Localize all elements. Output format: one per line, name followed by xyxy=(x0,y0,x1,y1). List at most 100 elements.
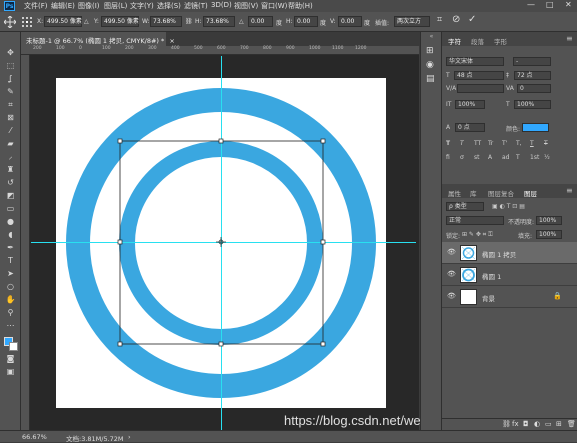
menu-window[interactable]: 窗口(W) xyxy=(261,1,287,11)
leading-input[interactable]: 72 点 xyxy=(514,71,551,80)
quick-select-tool-icon[interactable]: ✎ xyxy=(5,87,16,96)
faux-bold-button[interactable]: T xyxy=(446,140,450,147)
minimize-button[interactable]: — xyxy=(527,0,535,9)
screen-mode-icon[interactable]: ▣ xyxy=(5,367,16,376)
menu-help[interactable]: 帮助(H) xyxy=(288,1,313,11)
layer-row[interactable]: 👁 椭圆 1 xyxy=(442,264,577,286)
visibility-eye-icon[interactable]: 👁 xyxy=(447,248,456,256)
healing-brush-tool-icon[interactable]: ▰ xyxy=(5,139,16,148)
transform-bounding-box[interactable] xyxy=(110,133,332,355)
ellipse-tool-icon[interactable]: ○ xyxy=(5,282,16,291)
menu-image[interactable]: 图像(I) xyxy=(78,1,100,11)
pen-tool-icon[interactable]: ✒ xyxy=(5,243,16,252)
strikethrough-button[interactable]: T xyxy=(544,140,548,147)
kerning-input[interactable] xyxy=(457,84,504,93)
status-menu-arrow[interactable]: › xyxy=(128,433,131,441)
layer-row[interactable]: 👁 背景 🔒 xyxy=(442,286,577,308)
commit-transform-icon[interactable]: ✓ xyxy=(468,14,476,25)
zoom-level[interactable]: 66.67% xyxy=(22,433,47,441)
horizontal-scale-input[interactable]: 100% xyxy=(514,100,551,109)
link-icon[interactable]: ⛓ xyxy=(502,420,511,428)
small-caps-button[interactable]: Tr xyxy=(488,140,493,147)
fill-input[interactable]: 100% xyxy=(536,230,562,239)
menu-type[interactable]: 文字(Y) xyxy=(130,1,154,11)
font-size-input[interactable]: 48 点 xyxy=(454,71,504,80)
group-icon[interactable]: ▭ xyxy=(545,420,552,428)
height-scale-input[interactable]: 73.68% xyxy=(203,16,235,27)
panel-menu-icon[interactable]: ≡ xyxy=(566,34,573,43)
width-scale-input[interactable]: 73.68% xyxy=(150,16,182,27)
filter-icons[interactable]: ▣ ◐ T ⊡ ▤ xyxy=(492,203,525,210)
move-tool-icon[interactable]: ✥ xyxy=(5,48,16,57)
move-tool-icon[interactable] xyxy=(4,16,16,28)
adjust-icon[interactable]: ◐ xyxy=(534,420,540,428)
baseline-shift-input[interactable]: 0 点 xyxy=(455,123,485,132)
mask-icon[interactable]: ◘ xyxy=(523,420,529,428)
faux-italic-button[interactable]: T xyxy=(460,140,464,147)
menu-file[interactable]: 文件(F) xyxy=(24,1,48,11)
more-tools-icon[interactable]: ⋯ xyxy=(5,321,16,330)
dodge-tool-icon[interactable]: ◖ xyxy=(5,230,16,239)
tab-layers[interactable]: 图层 xyxy=(524,188,537,198)
interpolation-select[interactable]: 两次立方 xyxy=(394,16,430,27)
blur-tool-icon[interactable]: ● xyxy=(5,217,16,226)
tab-layer-comps[interactable]: 图层复合 xyxy=(488,188,514,198)
all-caps-button[interactable]: TT xyxy=(474,140,481,147)
font-family-select[interactable]: 华文宋体 xyxy=(446,57,504,66)
reference-point-icon[interactable] xyxy=(22,17,32,27)
visibility-eye-icon[interactable]: 👁 xyxy=(447,292,456,300)
horizontal-ruler[interactable]: 200 100 0 100 200 300 400 500 600 700 80… xyxy=(21,46,419,55)
marquee-tool-icon[interactable]: ⬚ xyxy=(5,61,16,70)
tab-glyphs[interactable]: 字形 xyxy=(494,36,507,46)
font-style-select[interactable]: - xyxy=(513,57,551,66)
new-layer-icon[interactable]: ⊞ xyxy=(556,420,562,428)
discretionary-ligature-button[interactable]: st xyxy=(474,154,479,161)
vertical-ruler[interactable] xyxy=(21,55,30,430)
close-window-button[interactable]: ✕ xyxy=(565,0,572,9)
titling-alt-button[interactable]: T xyxy=(516,154,520,161)
eyedropper-tool-icon[interactable]: ⁄ xyxy=(5,126,16,135)
x-position-input[interactable]: 499.50 像素 xyxy=(44,16,82,27)
background-color-swatch[interactable] xyxy=(9,342,18,351)
link-icon[interactable]: ⛓ xyxy=(185,18,193,25)
collapse-panels-icon[interactable]: « xyxy=(423,34,440,40)
lasso-tool-icon[interactable]: ʆ xyxy=(5,74,16,83)
fractions-button[interactable]: ½ xyxy=(544,154,550,161)
fx-icon[interactable]: fx xyxy=(512,420,519,428)
menu-edit[interactable]: 编辑(E) xyxy=(51,1,75,11)
color-panel-icon[interactable]: ◉ xyxy=(426,60,434,70)
contextual-alt-button[interactable]: ơ xyxy=(460,154,464,161)
rotation-input[interactable]: 0.00 xyxy=(248,16,273,27)
subscript-button[interactable]: T, xyxy=(516,140,522,147)
cancel-transform-icon[interactable]: ⊘ xyxy=(452,14,460,25)
brush-tool-icon[interactable]: ⸝ xyxy=(5,152,16,161)
quick-mask-icon[interactable]: ◙ xyxy=(5,354,16,363)
tracking-input[interactable]: 0 xyxy=(517,84,551,93)
menu-layer[interactable]: 图层(L) xyxy=(104,1,127,11)
document-tab-close-icon[interactable]: × xyxy=(169,37,174,45)
visibility-eye-icon[interactable]: 👁 xyxy=(447,270,456,278)
crop-tool-icon[interactable]: ⌗ xyxy=(5,100,16,109)
path-select-tool-icon[interactable]: ➤ xyxy=(5,269,16,278)
stylistic-alt-button[interactable]: ad xyxy=(502,154,510,161)
tab-character[interactable]: 字符 xyxy=(448,36,461,46)
v-skew-input[interactable]: 0.00 xyxy=(338,16,362,27)
menu-select[interactable]: 选择(S) xyxy=(157,1,181,11)
menu-3d[interactable]: 3D(D) xyxy=(211,1,232,9)
frame-tool-icon[interactable]: ⊠ xyxy=(5,113,16,122)
zoom-tool-icon[interactable]: ⚲ xyxy=(5,308,16,317)
eraser-tool-icon[interactable]: ◩ xyxy=(5,191,16,200)
menu-filter[interactable]: 滤镜(T) xyxy=(184,1,208,11)
superscript-button[interactable]: T' xyxy=(502,140,507,147)
history-brush-tool-icon[interactable]: ↺ xyxy=(5,178,16,187)
y-position-input[interactable]: 499.50 像素 xyxy=(101,16,139,27)
tab-properties[interactable]: 属性 xyxy=(448,188,461,198)
hand-tool-icon[interactable]: ✋ xyxy=(5,295,16,304)
clone-stamp-tool-icon[interactable]: ♜ xyxy=(5,165,16,174)
blend-mode-select[interactable]: 正常 xyxy=(446,216,504,225)
warp-mode-icon[interactable]: ⌗ xyxy=(437,15,442,25)
swash-button[interactable]: A xyxy=(488,154,492,161)
layer-filter-select[interactable]: ρ 类型 xyxy=(446,202,484,211)
ligature-button[interactable]: fi xyxy=(446,154,450,161)
text-color-swatch[interactable] xyxy=(522,123,549,132)
